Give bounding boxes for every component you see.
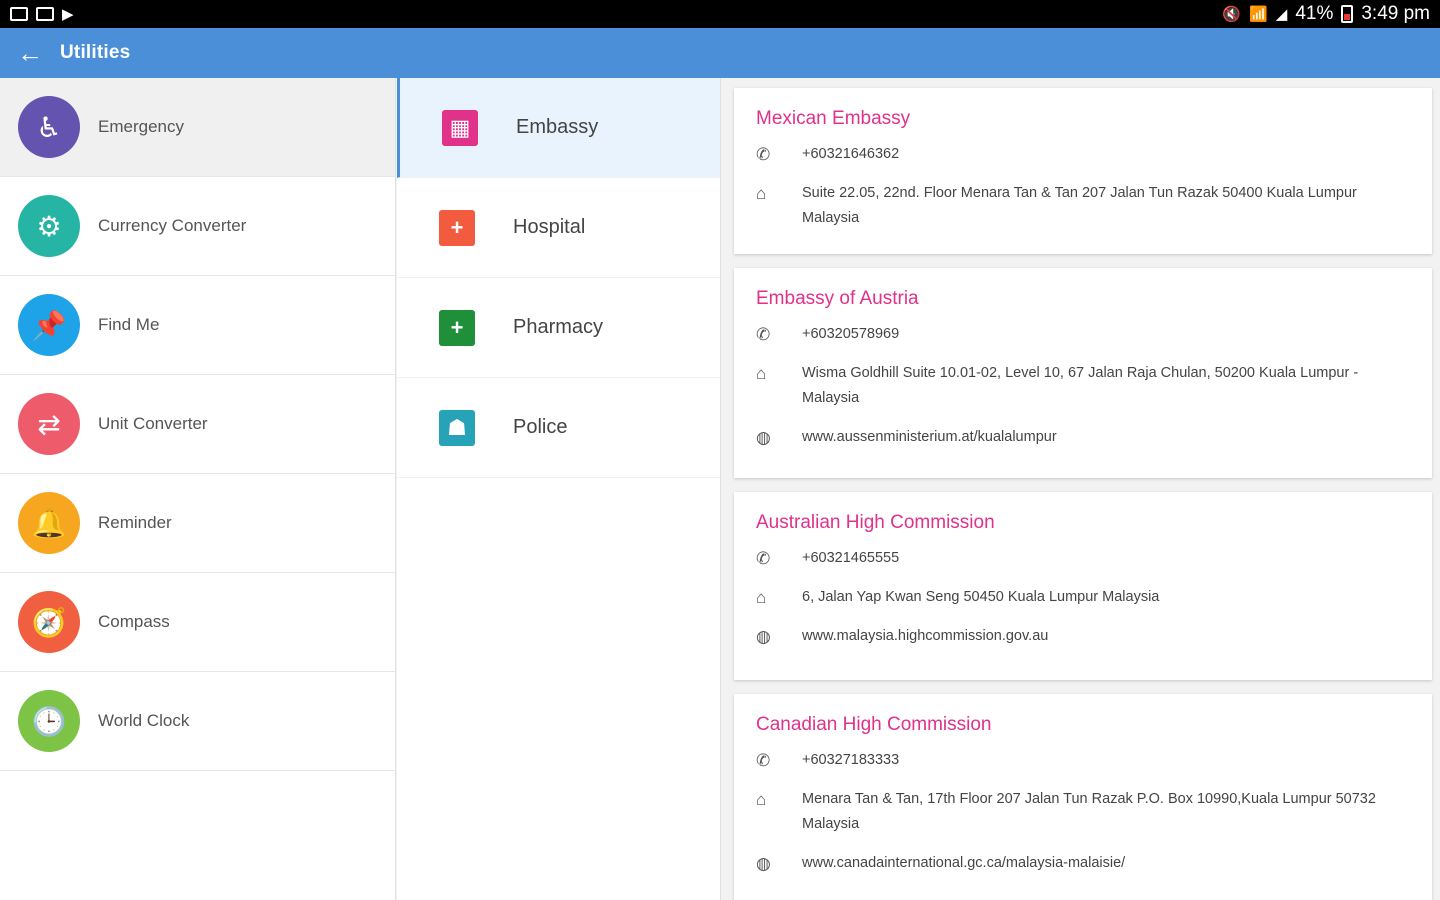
phone-row[interactable]: ✆ +60320578969 — [756, 322, 1412, 347]
globe-icon: ◍ — [756, 627, 771, 646]
embassy-name: Canadian High Commission — [756, 714, 992, 735]
utility-label: Emergency — [98, 117, 184, 136]
app-bar: ← Utilities — [0, 28, 1440, 78]
phone-icon: ✆ — [756, 325, 771, 344]
utility-label: Find Me — [98, 315, 160, 334]
phone-row[interactable]: ✆ +60327183333 — [756, 748, 1412, 773]
utility-label: World Clock — [98, 711, 190, 730]
image-icon — [36, 7, 54, 21]
embassy-card[interactable]: Mexican Embassy ✆ +60321646362 ⌂ Suite 2… — [734, 88, 1432, 254]
hospital-icon: + — [439, 209, 475, 246]
currency-icon: ⚙ — [18, 195, 80, 257]
utility-item-compass[interactable]: 🧭 Compass — [0, 573, 395, 672]
utility-label: Compass — [98, 612, 170, 631]
embassy-list: Mexican Embassy ✆ +60321646362 ⌂ Suite 2… — [722, 78, 1440, 900]
embassy-card[interactable]: Embassy of Austria ✆ +60320578969 ⌂ Wism… — [734, 268, 1432, 478]
address-row: ⌂ Suite 22.05, 22nd. Floor Menara Tan & … — [756, 181, 1412, 231]
address-text: 6, Jalan Yap Kwan Seng 50450 Kuala Lumpu… — [802, 589, 1160, 605]
utility-item-world-clock[interactable]: 🕒 World Clock — [0, 672, 395, 771]
battery-icon — [1341, 5, 1354, 23]
clock-time: 3:49 pm — [1361, 3, 1430, 24]
website-link[interactable]: www.aussenministerium.at/kualalumpur — [802, 425, 1412, 450]
embassy-name: Australian High Commission — [756, 512, 995, 533]
category-label: Police — [513, 416, 568, 438]
website-link[interactable]: www.malaysia.highcommission.gov.au — [802, 624, 1412, 649]
home-icon: ⌂ — [756, 588, 767, 607]
swap-icon: ⇄ — [18, 393, 80, 455]
phone-icon: ✆ — [756, 751, 771, 770]
phone-number: +60321465555 — [802, 550, 900, 566]
emergency-icon: ♿ — [18, 96, 80, 158]
building-icon: ▦ — [442, 109, 478, 146]
website-row[interactable]: ◍ www.malaysia.highcommission.gov.au — [756, 624, 1412, 649]
notification-icons: ▶ — [10, 5, 74, 23]
phone-number: +60320578969 — [802, 326, 900, 342]
website-row[interactable]: ◍ www.aussenministerium.at/kualalumpur — [756, 425, 1412, 450]
wifi-icon: 📶 — [1249, 6, 1268, 23]
phone-row[interactable]: ✆ +60321646362 — [756, 142, 1412, 167]
pin-icon: 📌 — [18, 294, 80, 356]
category-label: Hospital — [513, 216, 586, 238]
page-title: Utilities — [60, 42, 131, 63]
category-label: Embassy — [516, 116, 599, 138]
home-icon: ⌂ — [756, 790, 767, 809]
phone-number: +60327183333 — [802, 752, 900, 768]
back-arrow-icon[interactable]: ← — [0, 28, 60, 78]
website-row[interactable]: ◍ www.canadainternational.gc.ca/malaysia… — [756, 851, 1412, 876]
utility-item-currency-converter[interactable]: ⚙ Currency Converter — [0, 177, 395, 276]
utility-label: Unit Converter — [98, 414, 208, 433]
phone-icon: ✆ — [756, 549, 771, 568]
clock-icon: 🕒 — [18, 690, 80, 752]
address-row: ⌂ Menara Tan & Tan, 17th Floor 207 Jalan… — [756, 787, 1412, 837]
phone-number: +60321646362 — [802, 146, 900, 162]
globe-icon: ◍ — [756, 428, 771, 447]
system-icons: 🔇 📶 ◢ 41% 3:49 pm — [1222, 3, 1430, 25]
embassy-name: Embassy of Austria — [756, 288, 919, 309]
category-hospital[interactable]: + Hospital — [397, 178, 720, 278]
utility-item-find-me[interactable]: 📌 Find Me — [0, 276, 395, 375]
utility-item-reminder[interactable]: 🔔 Reminder — [0, 474, 395, 573]
police-icon: ☗ — [439, 409, 475, 446]
utility-item-emergency[interactable]: ♿ Emergency — [0, 78, 395, 177]
signal-icon: ◢ — [1275, 6, 1288, 23]
utility-item-unit-converter[interactable]: ⇄ Unit Converter — [0, 375, 395, 474]
utility-label: Reminder — [98, 513, 172, 532]
status-bar: ▶ 🔇 📶 ◢ 41% 3:49 pm — [0, 0, 1440, 28]
utilities-list: ♿ Emergency ⚙ Currency Converter 📌 Find … — [0, 78, 396, 900]
mute-icon: 🔇 — [1222, 6, 1242, 23]
home-icon: ⌂ — [756, 184, 767, 203]
bell-icon: 🔔 — [18, 492, 80, 554]
globe-icon: ◍ — [756, 854, 771, 873]
phone-icon: ✆ — [756, 145, 771, 164]
embassy-card[interactable]: Canadian High Commission ✆ +60327183333 … — [734, 694, 1432, 900]
address-text: Wisma Goldhill Suite 10.01-02, Level 10,… — [802, 365, 1359, 406]
embassy-name: Mexican Embassy — [756, 108, 911, 129]
category-police[interactable]: ☗ Police — [397, 378, 720, 478]
battery-percent: 41% — [1295, 3, 1334, 24]
website-link[interactable]: www.canadainternational.gc.ca/malaysia-m… — [802, 851, 1412, 876]
emergency-categories: ▦ Embassy + Hospital + Pharmacy ☗ Police — [397, 78, 721, 900]
address-text: Menara Tan & Tan, 17th Floor 207 Jalan T… — [802, 791, 1376, 832]
address-row: ⌂ Wisma Goldhill Suite 10.01-02, Level 1… — [756, 361, 1412, 411]
utility-label: Currency Converter — [98, 216, 247, 235]
mail-icon — [10, 7, 28, 21]
category-pharmacy[interactable]: + Pharmacy — [397, 278, 720, 378]
phone-row[interactable]: ✆ +60321465555 — [756, 546, 1412, 571]
category-embassy[interactable]: ▦ Embassy — [397, 78, 720, 178]
address-row: ⌂ 6, Jalan Yap Kwan Seng 50450 Kuala Lum… — [756, 585, 1412, 610]
embassy-card[interactable]: Australian High Commission ✆ +6032146555… — [734, 492, 1432, 680]
compass-icon: 🧭 — [18, 591, 80, 653]
category-label: Pharmacy — [513, 316, 604, 338]
home-icon: ⌂ — [756, 364, 767, 383]
pharmacy-icon: + — [439, 309, 475, 346]
address-text: Suite 22.05, 22nd. Floor Menara Tan & Ta… — [802, 185, 1357, 226]
play-store-icon: ▶ — [62, 6, 74, 23]
